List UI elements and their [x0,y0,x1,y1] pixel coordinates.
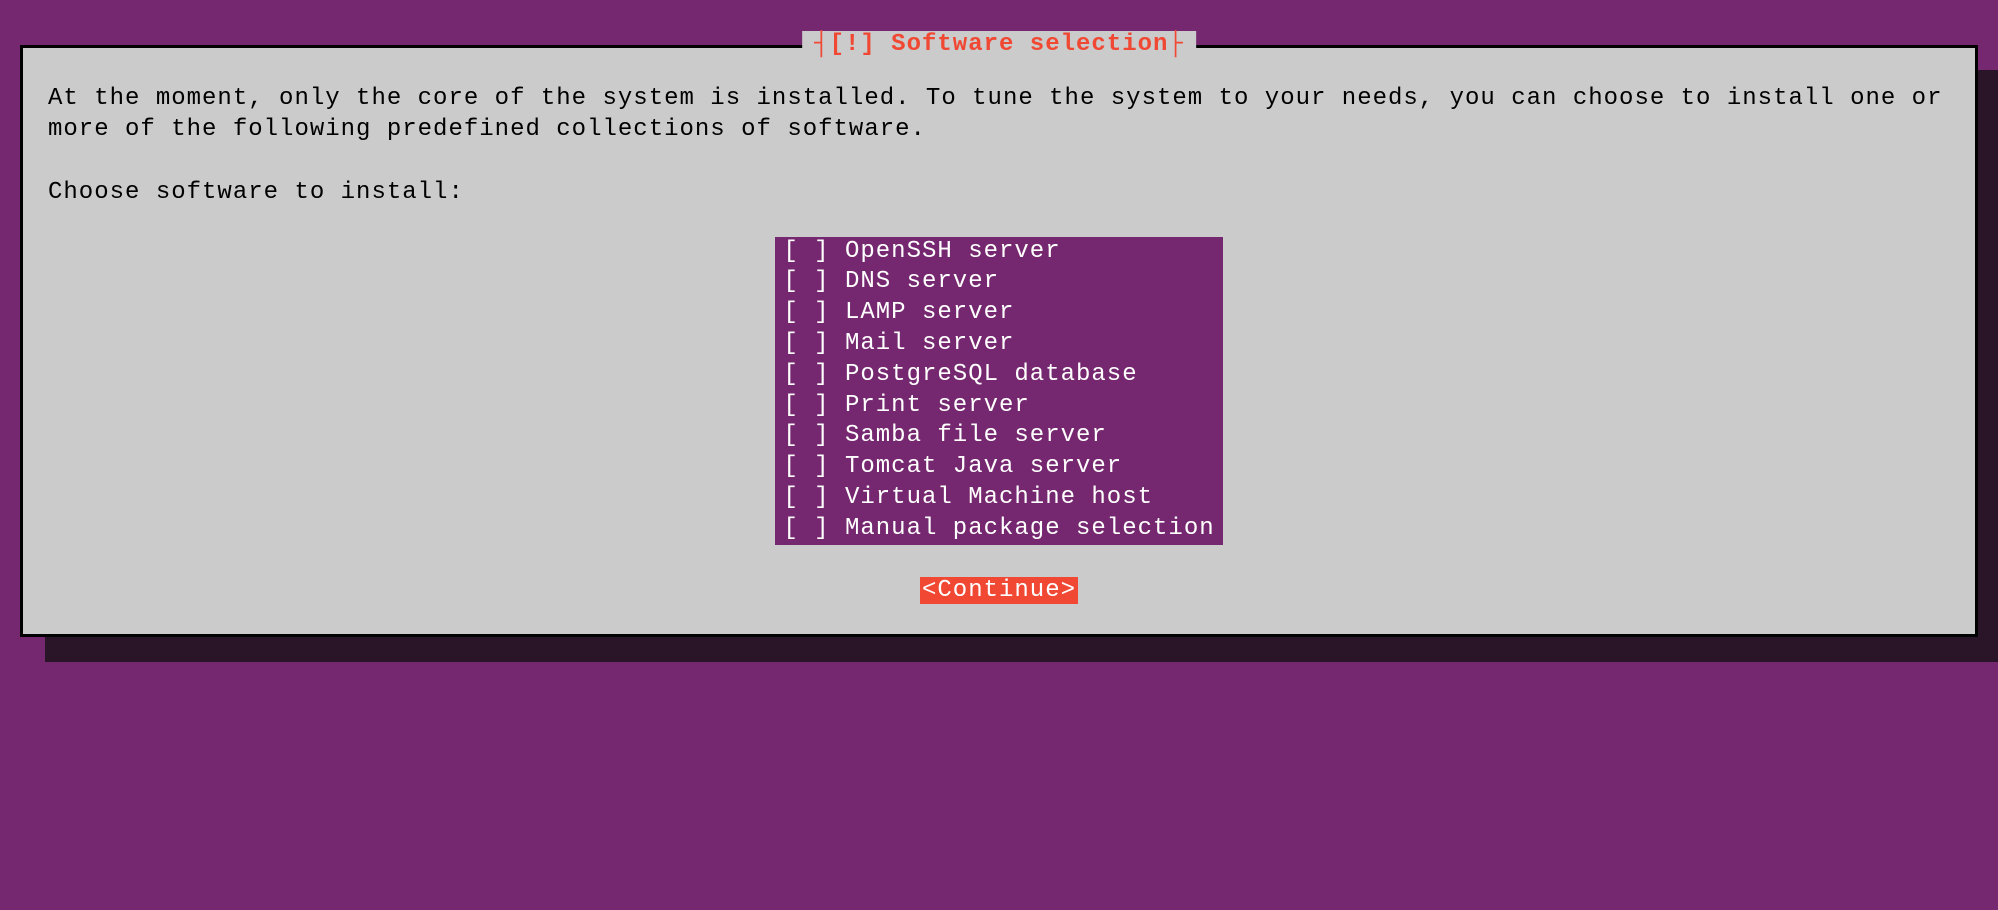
title-border-left: ┤ [814,31,829,58]
software-option[interactable]: [ ] OpenSSH server [775,237,1222,268]
software-option[interactable]: [ ] DNS server [775,267,1222,298]
software-option[interactable]: [ ] Print server [775,391,1222,422]
title-border-right: ├ [1168,31,1183,58]
software-option[interactable]: [ ] Tomcat Java server [775,452,1222,483]
software-option[interactable]: [ ] Mail server [775,329,1222,360]
software-option[interactable]: [ ] Virtual Machine host [775,483,1222,514]
software-option[interactable]: [ ] Manual package selection [775,514,1222,545]
dialog-description: At the moment, only the core of the syst… [48,83,1950,145]
dialog-shadow-wrap: ┤ [!] Software selection ├ At the moment… [20,45,1978,637]
software-option[interactable]: [ ] PostgreSQL database [775,360,1222,391]
dialog-prompt: Choose software to install: [48,177,1950,208]
dialog-title-bar: ┤ [!] Software selection ├ [802,31,1196,58]
options-container: [ ] OpenSSH server [ ] DNS server [ ] LA… [48,237,1950,545]
software-selection-dialog: ┤ [!] Software selection ├ At the moment… [20,45,1978,637]
continue-button[interactable]: <Continue> [920,577,1078,604]
dialog-title: [!] Software selection [830,31,1169,58]
software-option[interactable]: [ ] Samba file server [775,421,1222,452]
software-option[interactable]: [ ] LAMP server [775,298,1222,329]
software-options-list: [ ] OpenSSH server [ ] DNS server [ ] LA… [775,237,1222,545]
button-row: <Continue> [48,577,1950,604]
